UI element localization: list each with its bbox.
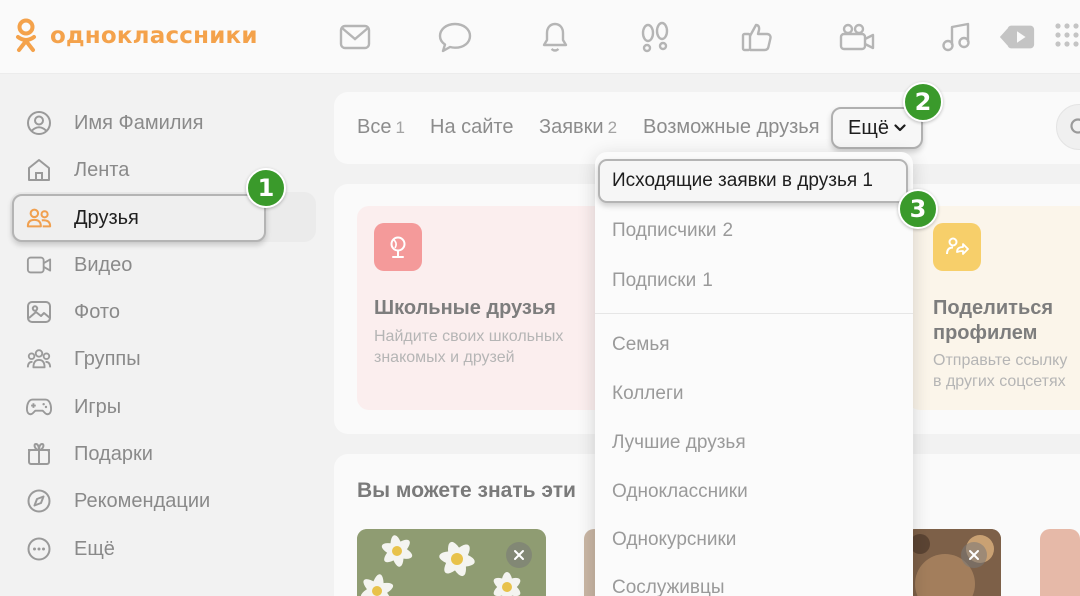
tab-count: 2 bbox=[607, 118, 618, 137]
gift-icon bbox=[26, 441, 52, 467]
share-profile-icon bbox=[933, 223, 981, 271]
sidebar-item-groups[interactable]: Группы bbox=[26, 341, 286, 377]
sidebar-item-photo[interactable]: Фото bbox=[26, 294, 286, 330]
sidebar-item-more[interactable]: Ещё bbox=[26, 531, 286, 567]
dropdown-divider bbox=[595, 313, 913, 314]
sidebar-item-label: Фото bbox=[74, 300, 120, 323]
sidebar-item-games[interactable]: Игры bbox=[26, 389, 286, 425]
sidebar-item-profile[interactable]: Имя Фамилия bbox=[26, 105, 286, 141]
video-camera-icon[interactable] bbox=[838, 18, 876, 56]
people-you-may-know-heading: Вы можете знать эти bbox=[357, 479, 576, 502]
tab-label: Все bbox=[357, 116, 392, 138]
close-icon[interactable] bbox=[506, 542, 532, 568]
dropdown-item-count: 1 bbox=[702, 270, 713, 291]
step-badge-3: 3 bbox=[898, 189, 938, 229]
search-icon bbox=[1069, 117, 1080, 137]
compass-icon bbox=[26, 488, 52, 514]
share-card-description-line: в других соцсетях bbox=[933, 373, 1066, 390]
school-card-description-line: знакомых и друзей bbox=[374, 349, 515, 366]
dropdown-item-subscribers[interactable]: Подписчики 2 bbox=[612, 220, 733, 242]
sidebar-item-label: Имя Фамилия bbox=[74, 111, 204, 134]
tab-label: Возможные друзья bbox=[643, 116, 820, 138]
tab-possible-friends[interactable]: Возможные друзья bbox=[643, 116, 820, 139]
share-card-title-line: профилем bbox=[933, 322, 1038, 344]
dropdown-item-label: Подписки bbox=[612, 270, 697, 291]
step-badge-1: 1 bbox=[246, 168, 286, 208]
photo-icon bbox=[26, 299, 52, 325]
gamepad-icon bbox=[26, 394, 52, 420]
share-card-title-line: Поделиться bbox=[933, 297, 1054, 319]
logo-text: одноклассники bbox=[50, 23, 258, 49]
mail-icon[interactable] bbox=[336, 18, 374, 56]
dropdown-item-groupmates[interactable]: Однокурсники bbox=[612, 529, 736, 551]
dropdown-item-label: Подписчики bbox=[612, 220, 717, 241]
sidebar-item-label: Рекомендации bbox=[74, 489, 211, 512]
more-dots-icon bbox=[26, 536, 52, 562]
dropdown-item-classmates[interactable]: Одноклассники bbox=[612, 481, 748, 503]
dropdown-item-coworkers[interactable]: Сослуживцы bbox=[612, 577, 725, 596]
dropdown-item-best-friends[interactable]: Лучшие друзья bbox=[612, 432, 746, 454]
sidebar-item-recommendations[interactable]: Рекомендации bbox=[26, 483, 286, 519]
sidebar-item-friends[interactable]: Друзья bbox=[26, 200, 286, 236]
suggested-friend-photo[interactable] bbox=[1040, 529, 1080, 596]
dropdown-item-outgoing-requests[interactable]: Исходящие заявки в друзья 1 bbox=[598, 159, 908, 203]
chevron-down-icon bbox=[894, 124, 906, 132]
step-badge-2: 2 bbox=[903, 82, 943, 122]
top-bar: одноклассники bbox=[0, 0, 1080, 74]
tab-label: Заявки bbox=[539, 116, 604, 138]
sidebar-item-label: Видео bbox=[74, 253, 133, 276]
video-icon bbox=[26, 252, 52, 278]
ok-logo-icon bbox=[14, 18, 38, 54]
video-showcase-icon[interactable] bbox=[998, 18, 1036, 56]
dropdown-item-count: 2 bbox=[722, 220, 734, 241]
dropdown-item-family[interactable]: Семья bbox=[612, 334, 670, 356]
share-card-description-line: Отправьте ссылку bbox=[933, 352, 1068, 369]
tab-online[interactable]: На сайте bbox=[430, 116, 513, 139]
user-icon bbox=[26, 110, 52, 136]
friends-icon bbox=[26, 205, 52, 231]
footprints-icon[interactable] bbox=[636, 18, 674, 56]
sidebar-item-gifts[interactable]: Подарки bbox=[26, 436, 286, 472]
school-globe-icon bbox=[374, 223, 422, 271]
groups-icon bbox=[26, 346, 52, 372]
bell-icon[interactable] bbox=[536, 18, 574, 56]
close-icon[interactable] bbox=[961, 542, 987, 568]
suggested-friend-photo[interactable] bbox=[905, 529, 1001, 596]
school-card-description-line: Найдите своих школьных bbox=[374, 328, 564, 345]
sidebar-item-label: Ещё bbox=[74, 537, 115, 560]
apps-grid-icon[interactable] bbox=[1050, 18, 1080, 56]
sidebar-item-label: Лента bbox=[74, 158, 130, 181]
music-icon[interactable] bbox=[938, 18, 976, 56]
home-icon bbox=[26, 157, 52, 183]
more-button-label: Ещё bbox=[848, 116, 889, 139]
dropdown-item-label: Исходящие заявки в друзья 1 bbox=[612, 170, 873, 191]
tab-count: 1 bbox=[395, 118, 405, 137]
sidebar-item-label: Друзья bbox=[74, 206, 139, 229]
dropdown-item-colleagues[interactable]: Коллеги bbox=[612, 383, 684, 405]
sidebar-item-video[interactable]: Видео bbox=[26, 247, 286, 283]
sidebar-item-label: Группы bbox=[74, 347, 141, 370]
chat-icon[interactable] bbox=[436, 18, 474, 56]
school-card-title: Школьные друзья bbox=[374, 297, 556, 319]
sidebar-item-label: Подарки bbox=[74, 442, 153, 465]
sidebar-item-label: Игры bbox=[74, 395, 122, 418]
dropdown-item-subscriptions[interactable]: Подписки 1 bbox=[612, 270, 713, 292]
logo[interactable]: одноклассники bbox=[14, 16, 258, 56]
like-icon[interactable] bbox=[738, 18, 776, 56]
tab-label: На сайте bbox=[430, 116, 514, 138]
tab-requests[interactable]: Заявки 2 bbox=[539, 116, 617, 139]
tab-all[interactable]: Все 1 bbox=[357, 116, 405, 139]
